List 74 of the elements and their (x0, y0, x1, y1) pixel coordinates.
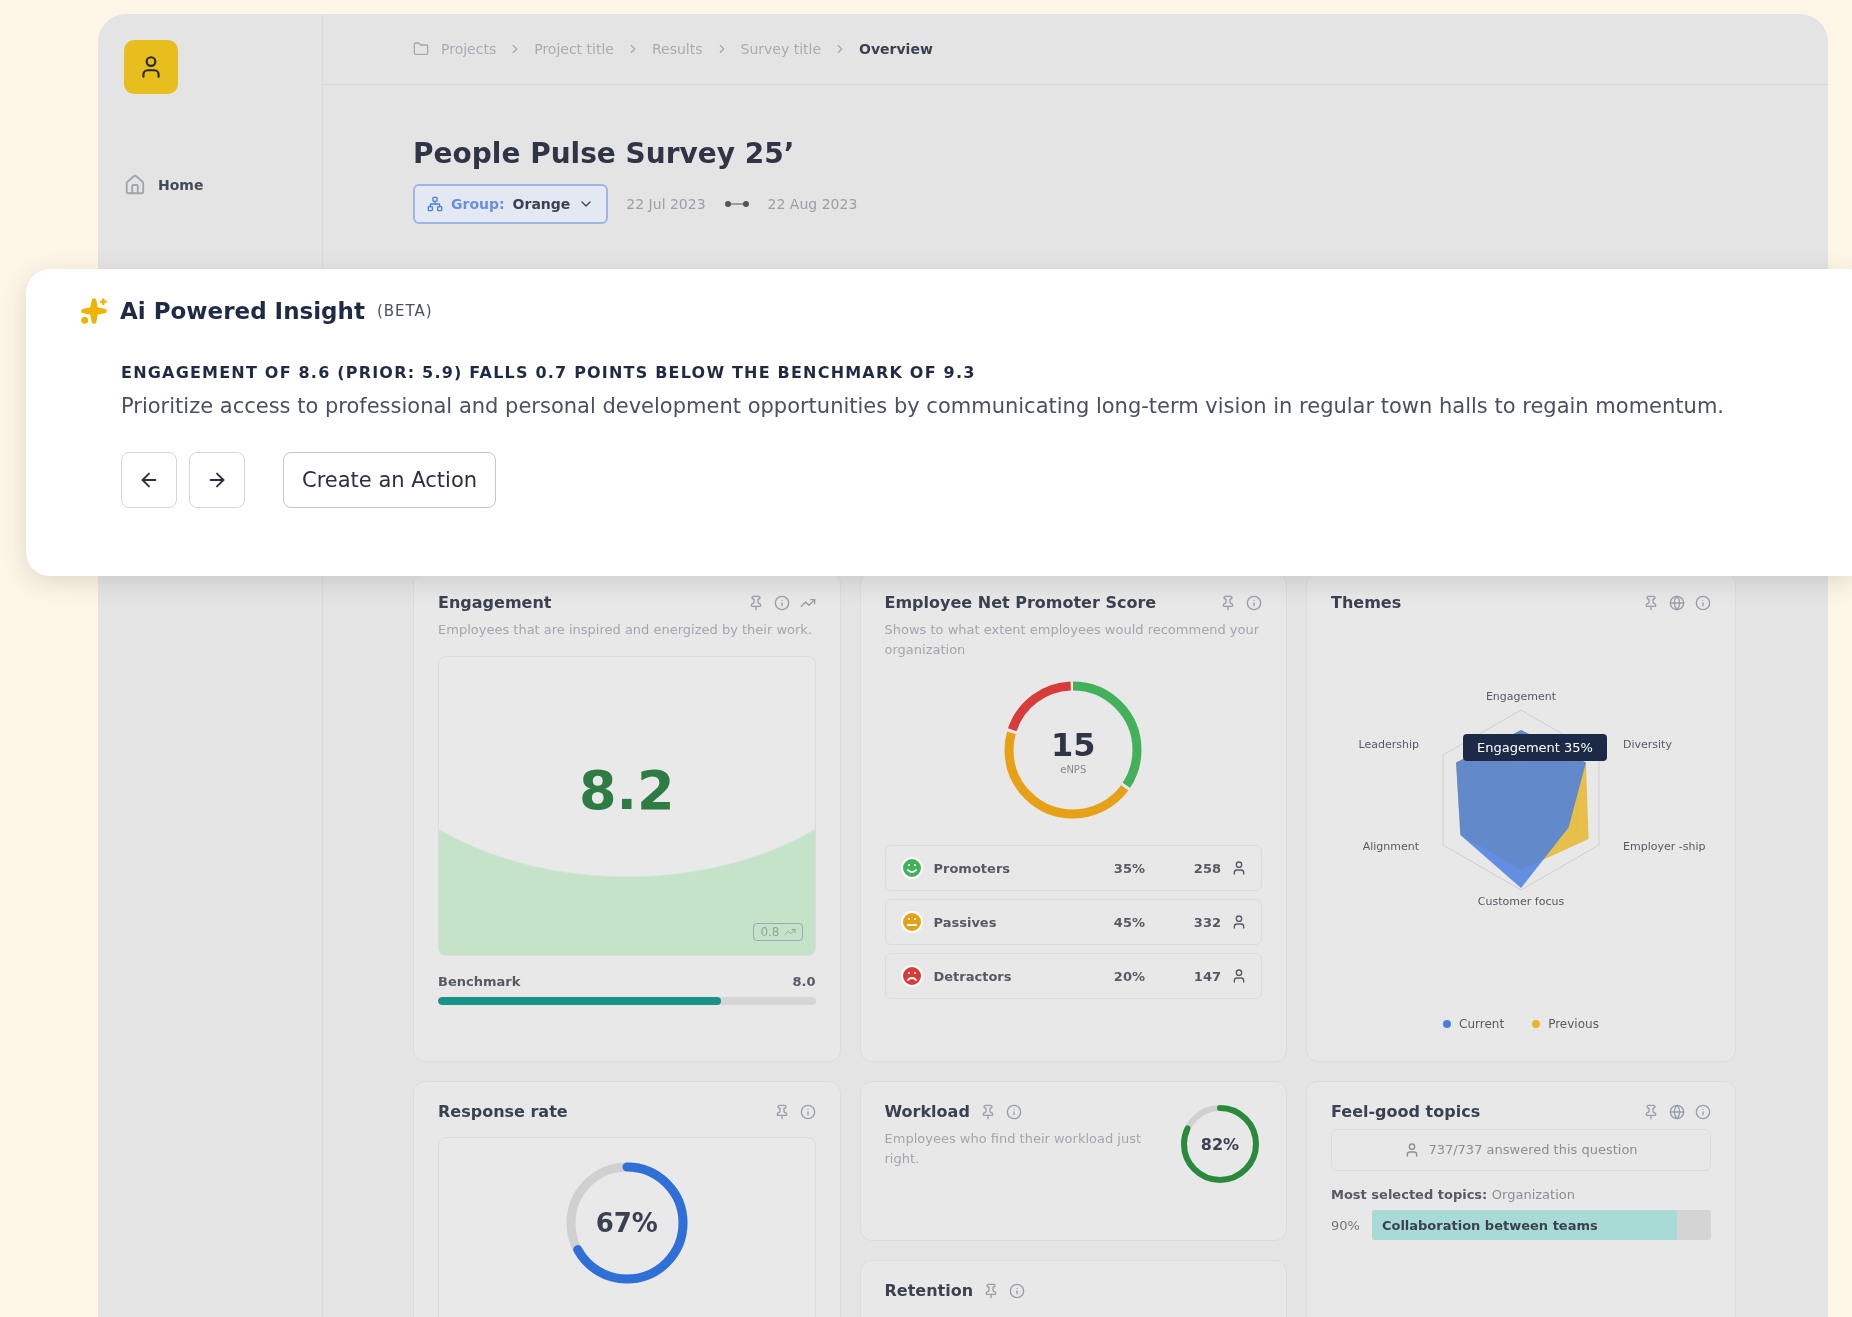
group-count: 258 (1193, 860, 1221, 876)
info-icon[interactable] (1005, 1103, 1022, 1120)
group-label: Passives (933, 914, 998, 930)
enps-label: eNPS (1060, 763, 1087, 775)
create-action-button[interactable]: Create an Action (283, 452, 497, 508)
person-icon (1231, 860, 1247, 876)
card-description: Shows to what extent employees would recommend your organization (884, 621, 1260, 659)
info-icon[interactable] (1695, 594, 1711, 611)
group-count: 332 (1193, 914, 1221, 930)
card-title: Engagement (438, 593, 552, 612)
legend-label: Current (1459, 1017, 1505, 1031)
home-icon (124, 174, 146, 196)
group-share: 45% (1113, 914, 1146, 930)
workload-value: 82% (1200, 1134, 1240, 1154)
group-share: 35% (1113, 860, 1146, 876)
axis-label: Alignment (1362, 840, 1419, 853)
person-icon (1231, 914, 1247, 930)
chart-tooltip: Engagement 35% (1463, 734, 1607, 761)
engagement-score: 8.2 (578, 759, 675, 822)
group-label: Promoters (933, 860, 1012, 876)
globe-icon[interactable] (1669, 1103, 1685, 1120)
group-label: Detractors (933, 968, 1013, 984)
response-rate-value: 67% (595, 1208, 658, 1238)
info-icon[interactable] (799, 1103, 816, 1120)
benchmark-value: 8.0 (792, 973, 816, 989)
end-date: 22 Aug 2023 (767, 196, 858, 212)
card-title: Retention (884, 1281, 974, 1300)
previous-button[interactable] (121, 452, 177, 508)
info-icon[interactable] (1009, 1282, 1026, 1299)
delta-badge: 0.8 (753, 922, 803, 941)
group-share: 20% (1113, 968, 1146, 984)
hierarchy-icon (427, 196, 443, 212)
axis-label: Engagement (1485, 690, 1557, 703)
legend-label: Previous (1548, 1017, 1599, 1031)
info-icon[interactable] (773, 594, 790, 611)
pin-icon[interactable] (1220, 594, 1236, 611)
pin-icon[interactable] (1643, 1103, 1659, 1120)
sidebar-item[interactable]: Home (124, 174, 322, 196)
group-dropdown[interactable]: Group: Orange (413, 184, 609, 224)
range-arrow-icon (723, 200, 750, 208)
pin-icon[interactable] (1643, 594, 1659, 611)
sparkle-icon (80, 297, 108, 325)
beta-label: (BETA) (376, 302, 433, 320)
breadcrumb-link[interactable]: Overview (859, 41, 933, 57)
enps-score: 15 (1051, 725, 1096, 764)
group-count: 147 (1193, 968, 1221, 984)
person-icon (1231, 968, 1247, 984)
topic-bar: Collaboration between teams (1371, 1210, 1678, 1240)
axis-label: Customer focus (1477, 895, 1565, 908)
card-title: Workload (884, 1102, 970, 1121)
card-description: Employees who find their workload just right. (884, 1130, 1143, 1168)
axis-label: Diversity (1623, 738, 1672, 751)
card-description: Employees that are inspired and energized by their work. (438, 621, 813, 639)
start-date: 22 Jul 2023 (626, 196, 706, 212)
answered-panel: 737/737 answered this question (1331, 1129, 1711, 1171)
folder-icon (413, 41, 429, 57)
info-icon[interactable] (1246, 594, 1262, 611)
insight-title: Ai Powered Insight (120, 298, 365, 324)
next-button[interactable] (189, 452, 245, 508)
insight-headline: ENGAGEMENT OF 8.6 (PRIOR: 5.9) FALLS 0.7 POINTS BELOW THE BENCHMARK OF 9.3 (121, 363, 977, 382)
axis-label: Employer -ship (1623, 840, 1706, 853)
benchmark-label: Benchmark (438, 973, 521, 989)
card-title: Themes (1331, 593, 1402, 612)
bar-share: 90% (1331, 1217, 1360, 1233)
page-title: People Pulse Survey 25’ (413, 137, 796, 170)
info-icon[interactable] (1695, 1103, 1711, 1120)
insight-text: Prioritize access to professional and personal development opportunities by communicating long-term vision in regular town halls to regain momentum. (121, 394, 1726, 418)
most-selected-text: Most selected topics: Organization (1331, 1187, 1576, 1202)
globe-icon[interactable] (1669, 594, 1685, 611)
card-title: Response rate (438, 1102, 568, 1121)
card-title: Feel-good topics (1331, 1102, 1481, 1121)
card-title: Employee Net Promoter Score (884, 593, 1157, 612)
logo-icon (124, 40, 178, 94)
axis-label: Leadership (1358, 738, 1419, 751)
